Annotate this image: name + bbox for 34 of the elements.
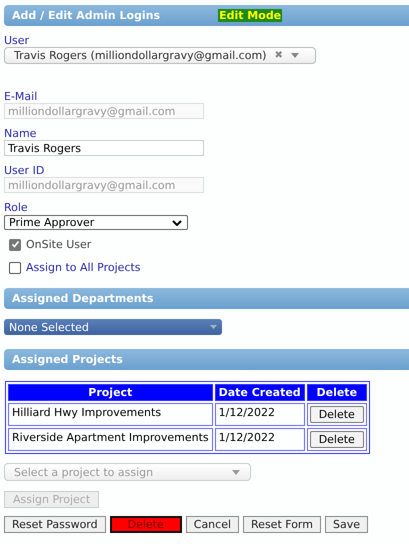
field-label: User — [4, 34, 30, 47]
checkbox-label: OnSite User — [26, 238, 92, 251]
role-select[interactable]: Prime Approver — [4, 215, 188, 230]
table-cell: Riverside Apartment Improvements — [8, 428, 213, 451]
text-field[interactable]: Travis Rogers — [4, 140, 204, 156]
field-label: User ID — [4, 164, 46, 177]
checkbox[interactable] — [9, 238, 21, 250]
caret-icon — [232, 470, 240, 474]
form-button[interactable]: Reset Form — [243, 516, 321, 533]
mode-badge: Edit Mode — [218, 9, 282, 22]
delete-button[interactable]: Delete — [310, 431, 364, 448]
table-cell: 1/12/2022 — [214, 403, 305, 426]
section-title: Add / Edit Admin Logins — [12, 9, 160, 22]
checkbox-label: Assign to All Projects — [26, 261, 141, 274]
field-label: E-Mail — [4, 90, 38, 103]
field-label: Role — [4, 201, 29, 214]
form-button[interactable]: Save — [324, 516, 368, 533]
table-cell: Hilliard Hwy Improvements — [8, 403, 213, 426]
column-header: Project — [8, 384, 213, 401]
form-button[interactable]: Reset Password — [4, 516, 106, 533]
column-header: Delete — [306, 384, 367, 401]
form-button[interactable]: Cancel — [186, 516, 240, 533]
chevron-icon — [172, 220, 182, 226]
delete-button[interactable]: Delete — [310, 406, 364, 423]
field-label: Name — [4, 127, 38, 140]
user-select[interactable]: Travis Rogers (milliondollargravy@gmail.com) ✖ — [4, 47, 316, 64]
table-cell: 1/12/2022 — [214, 428, 305, 451]
caret-icon — [210, 325, 217, 329]
checkbox[interactable] — [9, 262, 21, 274]
column-header: Date Created — [214, 384, 305, 401]
department-select[interactable]: None Selected — [4, 319, 222, 335]
caret-icon — [290, 53, 299, 58]
section-title: Assigned Departments — [12, 292, 154, 305]
section-title: Assigned Projects — [12, 353, 123, 366]
